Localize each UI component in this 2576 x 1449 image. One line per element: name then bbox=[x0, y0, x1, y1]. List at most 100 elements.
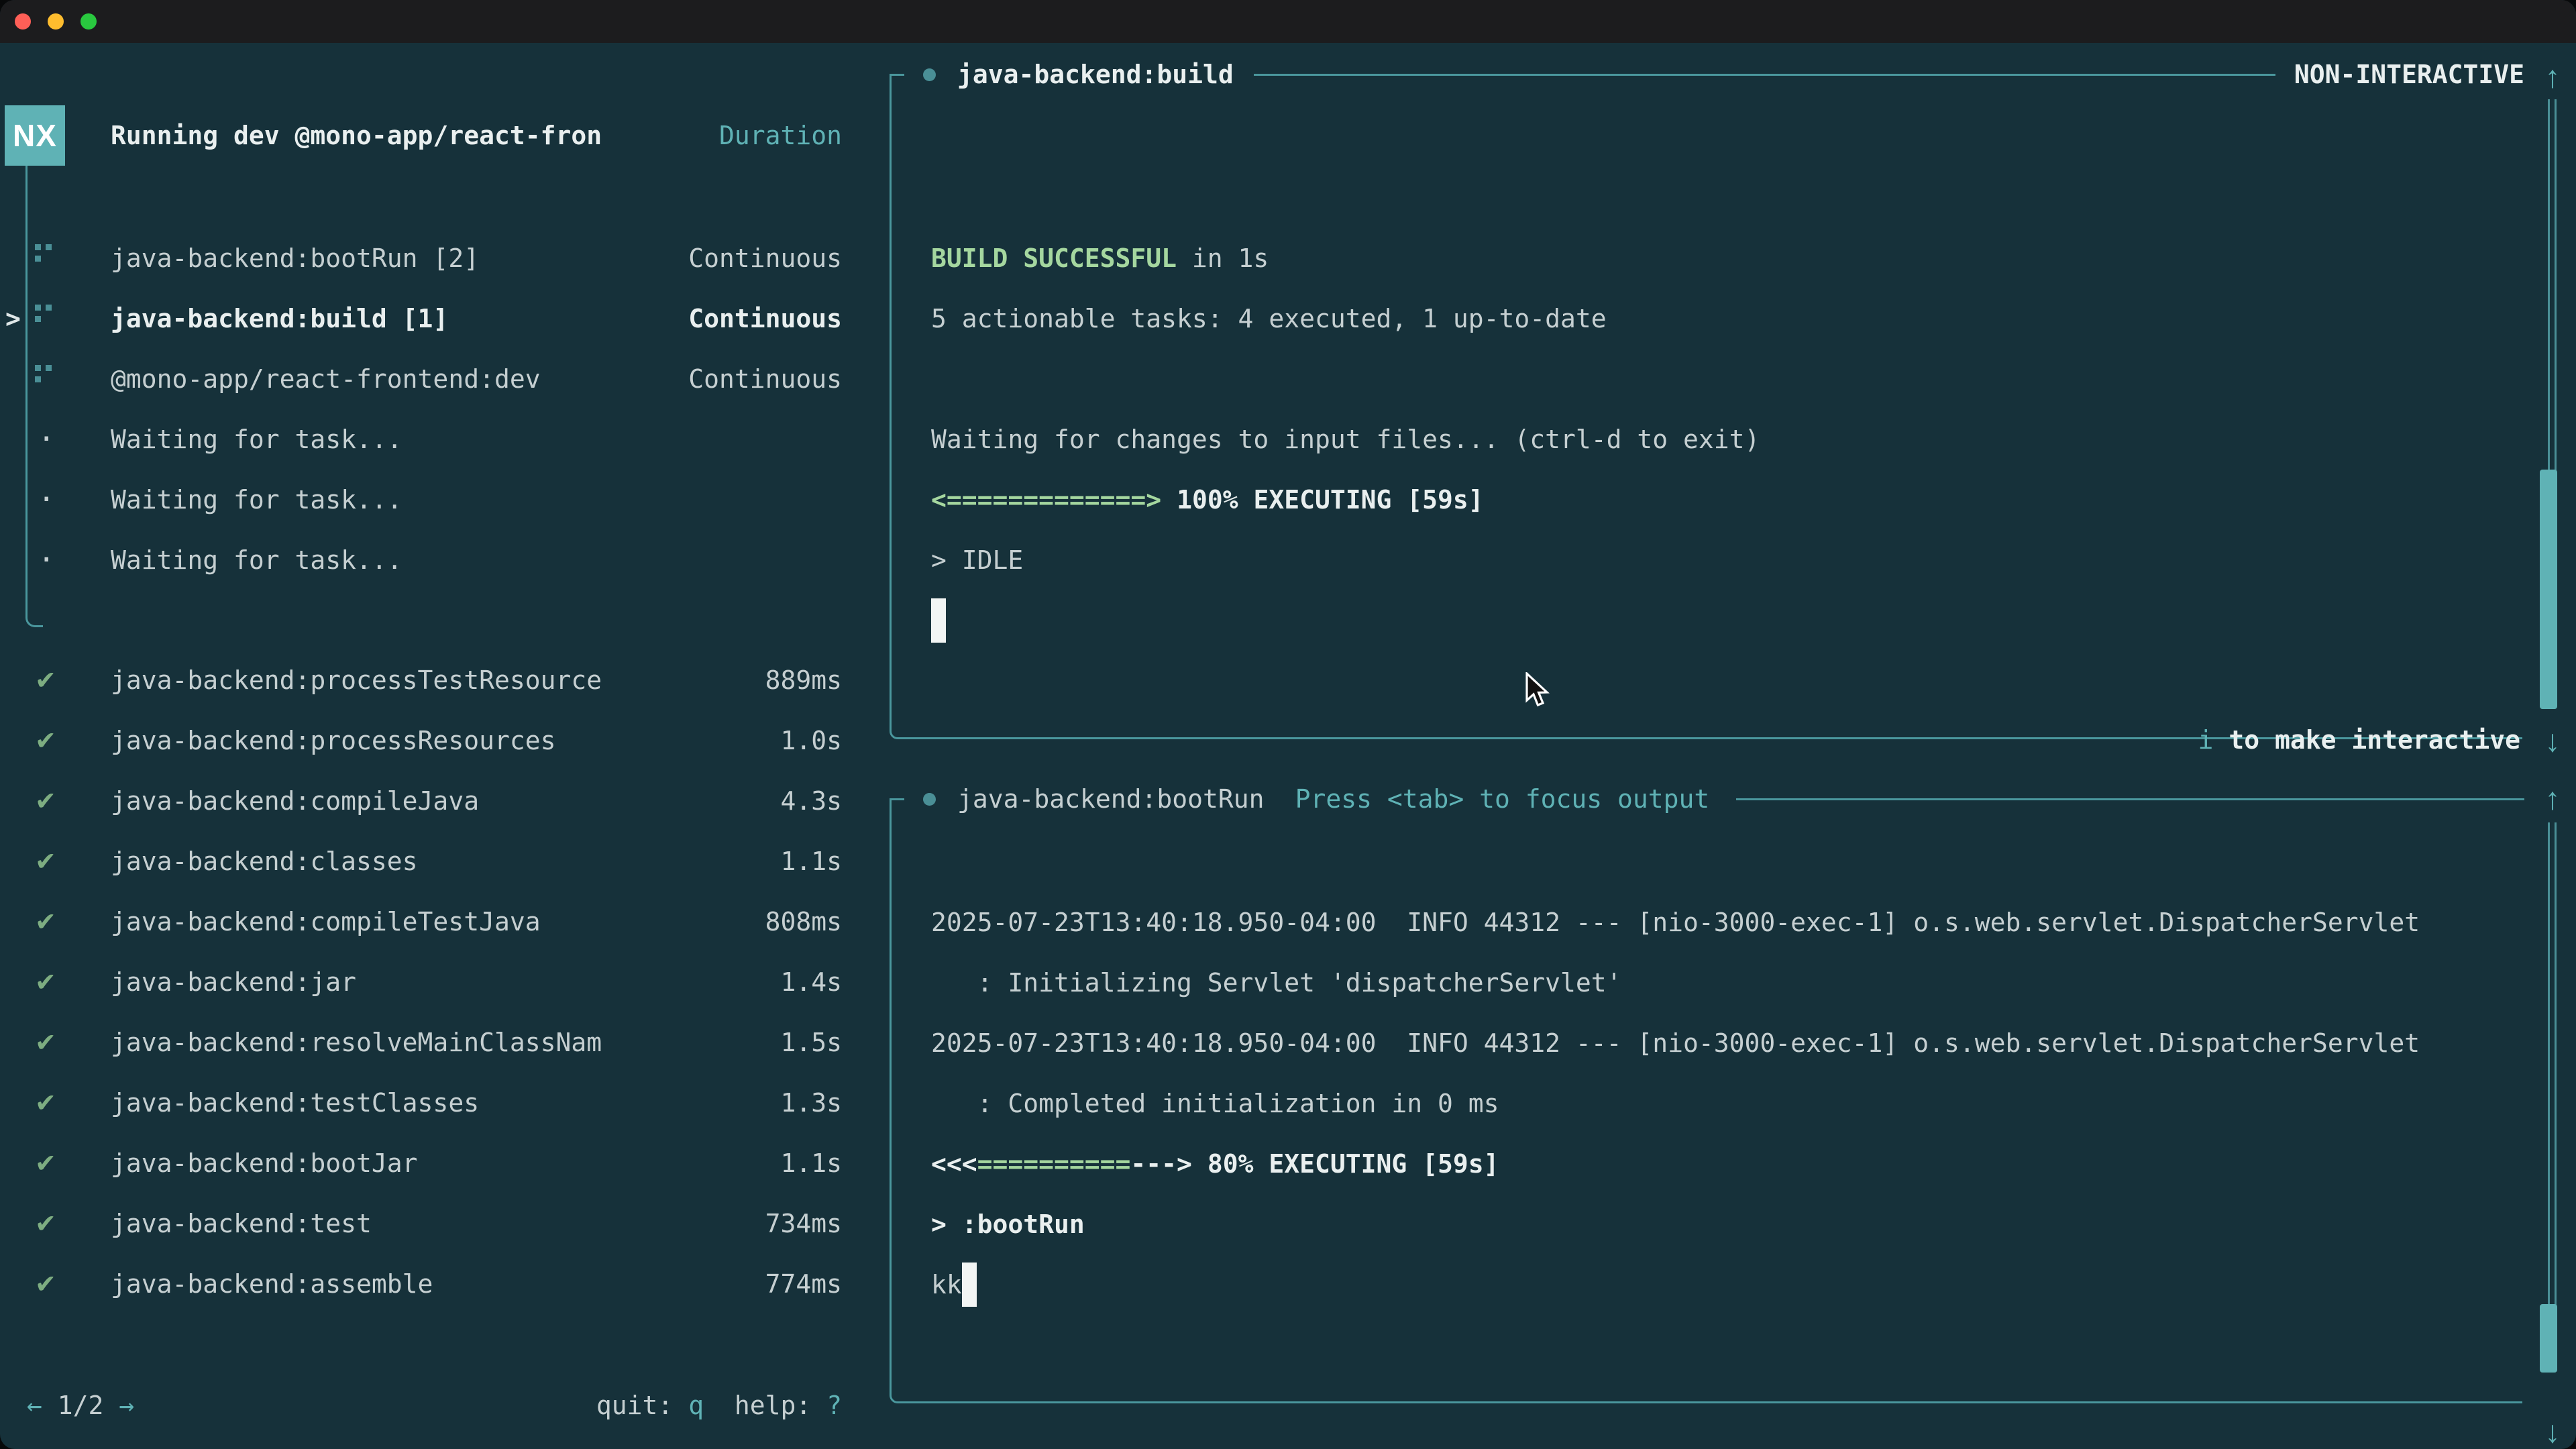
terminal-text: > :bootRun bbox=[931, 1212, 1085, 1237]
completed-task-row[interactable]: ✔ java-backend:jar 1.4s bbox=[0, 952, 842, 1012]
panel-bootrun-focus-hint: Press <tab> to focus output bbox=[1295, 786, 1710, 812]
window-titlebar bbox=[0, 0, 2576, 43]
running-task-row[interactable]: @mono-app/react-frontend:devContinuous bbox=[0, 349, 842, 409]
running-task-row[interactable]: ·Waiting for task... bbox=[0, 409, 842, 470]
running-task-row[interactable]: > java-backend:build [1] Continuous bbox=[0, 288, 842, 349]
header-rule bbox=[1254, 74, 2275, 76]
task-label: java-backend:processResources bbox=[111, 728, 555, 753]
task-label: @mono-app/react-frontend:dev bbox=[111, 366, 541, 392]
task-duration: 4.3s bbox=[780, 788, 842, 814]
panel-build-scroll-up-icon[interactable]: ↑ bbox=[2536, 58, 2569, 95]
task-duration: 1.3s bbox=[780, 1090, 842, 1116]
help-label: help: bbox=[704, 1391, 826, 1420]
task-label: java-backend:jar bbox=[111, 969, 356, 995]
mouse-cursor-icon bbox=[1524, 672, 1552, 708]
panel-build-output: BUILD SUCCESSFUL in 1s5 actionable tasks… bbox=[931, 228, 2496, 651]
border-stub bbox=[890, 74, 904, 76]
nx-logo: NX bbox=[5, 105, 65, 166]
task-duration: 1.5s bbox=[780, 1030, 842, 1055]
panel-build-scroll-thumb[interactable] bbox=[2540, 470, 2557, 709]
task-duration: 808ms bbox=[765, 909, 842, 934]
terminal-line bbox=[931, 590, 2496, 651]
task-label: java-backend:compileTestJava bbox=[111, 909, 541, 934]
terminal-line: Waiting for changes to input files... (c… bbox=[931, 409, 2496, 470]
quit-key[interactable]: q bbox=[688, 1391, 704, 1420]
task-list-title: Running dev @mono-app/react-fron bbox=[111, 123, 602, 148]
completed-task-row[interactable]: ✔java-backend:bootJar1.1s bbox=[0, 1133, 842, 1193]
pager-left-arrow-icon[interactable]: ← bbox=[27, 1391, 42, 1420]
terminal-window: NX Running dev @mono-app/react-fron Dura… bbox=[0, 0, 2576, 1449]
terminal-text: : Completed initialization in 0 ms bbox=[931, 1091, 1499, 1116]
panel-bootrun-scroll-thumb[interactable] bbox=[2540, 1304, 2557, 1373]
terminal-text: 80% EXECUTING [59s] bbox=[1208, 1151, 1499, 1177]
completed-task-row[interactable]: ✔java-backend:test734ms bbox=[0, 1193, 842, 1254]
terminal-text: Waiting for changes to input files... (c… bbox=[931, 427, 1760, 452]
terminal-cursor bbox=[931, 598, 946, 643]
help-key[interactable]: ? bbox=[826, 1391, 842, 1420]
panel-bootrun-header: java-backend:bootRun Press <tab> to focu… bbox=[890, 781, 2524, 817]
task-duration: Continuous bbox=[688, 306, 842, 331]
completed-task-row[interactable]: ✔ java-backend:compileTestJava 808ms bbox=[0, 892, 842, 952]
sidebar-footer: ← 1/2 → quit: q help: ? bbox=[27, 1375, 842, 1436]
task-success-check-icon: ✔ bbox=[35, 847, 56, 877]
completed-task-row[interactable]: ✔ java-backend:resolveMainClassNam 1.5s bbox=[0, 1012, 842, 1073]
completed-task-row[interactable]: ✔java-backend:testClasses1.3s bbox=[0, 1073, 842, 1133]
task-success-check-icon: ✔ bbox=[35, 1088, 56, 1118]
task-label: java-backend:bootJar bbox=[111, 1150, 418, 1176]
completed-task-row[interactable]: ✔java-backend:assemble774ms bbox=[0, 1254, 842, 1314]
task-success-check-icon: ✔ bbox=[35, 665, 56, 696]
terminal-line: kk bbox=[931, 1254, 2496, 1315]
terminal-line: 2025-07-23T13:40:18.950-04:00 INFO 44312… bbox=[931, 892, 2496, 953]
running-task-row[interactable]: · Waiting for task... bbox=[0, 530, 842, 590]
completed-task-row[interactable]: ✔java-backend:processTestResource889ms bbox=[0, 650, 842, 710]
task-label: java-backend:resolveMainClassNam bbox=[111, 1030, 602, 1055]
task-spinner-icon bbox=[35, 365, 41, 371]
task-success-check-icon: ✔ bbox=[35, 907, 56, 937]
waiting-bullet-icon: · bbox=[38, 545, 56, 575]
running-task-row[interactable]: ·Waiting for task... bbox=[0, 470, 842, 530]
task-spinner-icon bbox=[35, 305, 41, 311]
terminal-text: > IDLE bbox=[931, 547, 1023, 573]
task-success-check-icon: ✔ bbox=[35, 1269, 56, 1299]
task-label: java-backend:assemble bbox=[111, 1271, 433, 1297]
terminal-text: 2025-07-23T13:40:18.950-04:00 INFO 44312… bbox=[931, 910, 2420, 935]
terminal-line: > IDLE bbox=[931, 530, 2496, 590]
pager-value: 1/2 bbox=[58, 1391, 104, 1420]
terminal-line: : Initializing Servlet 'dispatcherServle… bbox=[931, 953, 2496, 1013]
panel-build-scroll-down-icon[interactable]: ↓ bbox=[2536, 722, 2569, 759]
quit-label: quit: bbox=[596, 1391, 688, 1420]
panel-bootrun-scroll-down-icon[interactable]: ↓ bbox=[2536, 1413, 2569, 1449]
terminal-text: <<< bbox=[931, 1151, 977, 1177]
task-list-header: Running dev @mono-app/react-fron Duratio… bbox=[111, 105, 842, 166]
close-window-button[interactable] bbox=[15, 13, 31, 30]
terminal-line bbox=[931, 349, 2496, 409]
task-label: java-backend:test bbox=[111, 1211, 372, 1236]
task-success-check-icon: ✔ bbox=[35, 786, 56, 816]
terminal-cursor bbox=[962, 1263, 977, 1307]
task-duration: 734ms bbox=[765, 1211, 842, 1236]
task-status-dot-icon bbox=[923, 68, 936, 81]
interactive-hint-key: i bbox=[2198, 727, 2214, 753]
completed-task-row[interactable]: ✔java-backend:compileJava4.3s bbox=[0, 771, 842, 831]
selected-task-arrow-icon: > bbox=[5, 306, 21, 331]
completed-task-row[interactable]: ✔java-backend:classes1.1s bbox=[0, 831, 842, 892]
minimize-window-button[interactable] bbox=[48, 13, 64, 30]
task-label: java-backend:build [1] bbox=[111, 306, 448, 331]
task-success-check-icon: ✔ bbox=[35, 1028, 56, 1058]
completed-task-row[interactable]: ✔java-backend:processResources1.0s bbox=[0, 710, 842, 771]
terminal-text: <=============> bbox=[931, 487, 1161, 513]
running-task-row[interactable]: java-backend:bootRun [2]Continuous bbox=[0, 228, 842, 288]
task-success-check-icon: ✔ bbox=[35, 967, 56, 998]
task-duration: 1.4s bbox=[780, 969, 842, 995]
terminal-text: 5 actionable tasks: 4 executed, 1 up-to-… bbox=[931, 306, 1607, 331]
task-duration: 1.1s bbox=[780, 1150, 842, 1176]
panel-build-header: java-backend:build NON-INTERACTIVE bbox=[890, 56, 2524, 93]
panel-bootrun-scroll-track[interactable] bbox=[2548, 822, 2557, 1369]
panel-build-mode-label: NON-INTERACTIVE bbox=[2294, 62, 2524, 87]
terminal-text: 2025-07-23T13:40:18.950-04:00 INFO 44312… bbox=[931, 1030, 2420, 1056]
task-duration: Continuous bbox=[688, 246, 842, 271]
panel-bootrun-scroll-up-icon[interactable]: ↑ bbox=[2536, 780, 2569, 817]
pager-right-arrow-icon[interactable]: → bbox=[119, 1391, 134, 1420]
task-label: Waiting for task... bbox=[111, 547, 402, 573]
maximize-window-button[interactable] bbox=[80, 13, 97, 30]
